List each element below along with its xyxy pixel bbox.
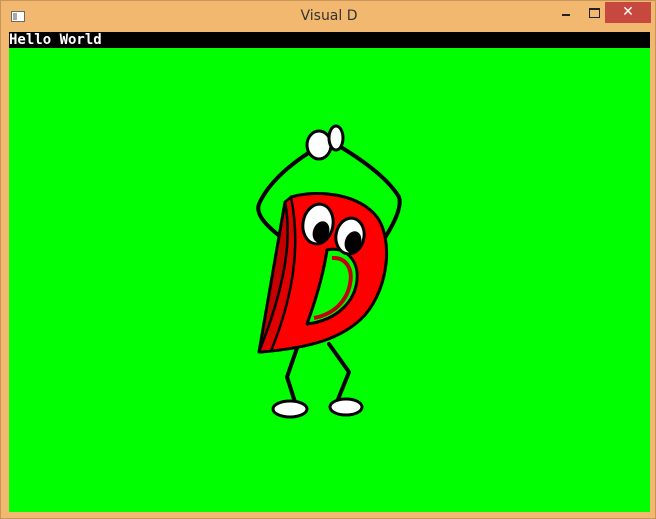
title-bar[interactable]: Visual D ✕: [1, 1, 656, 32]
minimize-button[interactable]: [553, 2, 579, 23]
d-mascot-icon: [256, 124, 402, 419]
render-canvas[interactable]: Hello World: [9, 32, 650, 512]
close-button[interactable]: ✕: [605, 2, 651, 23]
app-window: Visual D ✕ Hello World: [0, 0, 656, 519]
maximize-icon: [588, 7, 600, 18]
minimize-icon: [562, 13, 570, 16]
close-icon: ✕: [622, 4, 634, 20]
maximize-button[interactable]: [581, 2, 607, 23]
